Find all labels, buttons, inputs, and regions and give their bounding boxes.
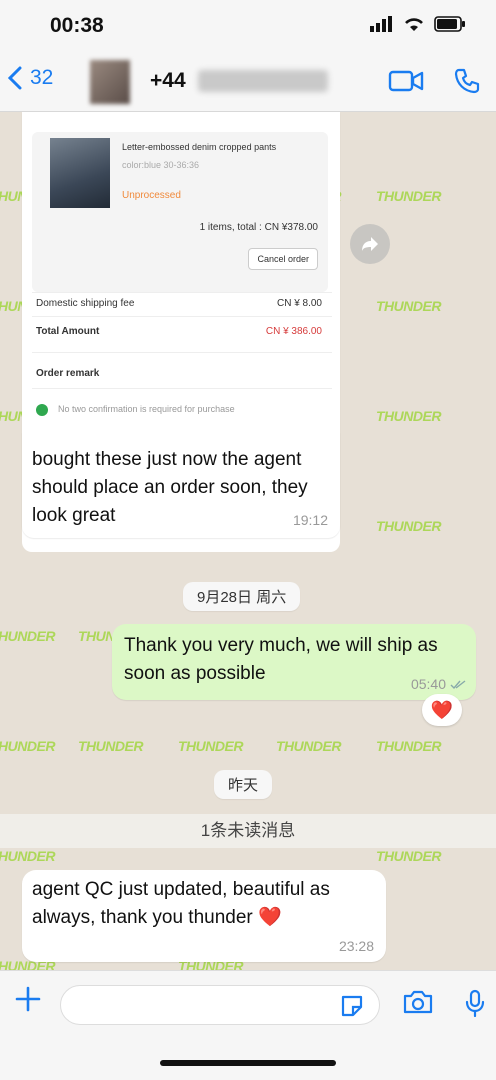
chat-header: 32 +44 — [0, 52, 496, 112]
watermark: THUNDER — [0, 848, 55, 864]
status-bar: 00:38 — [0, 0, 496, 52]
watermark: THUNDER — [376, 188, 441, 204]
message-text: bought these just now the agent should p… — [32, 449, 308, 526]
status-icons — [370, 16, 466, 32]
signal-icon — [370, 16, 392, 32]
watermark: THUNDER — [376, 738, 441, 754]
chevron-left-icon — [8, 66, 22, 90]
product-color: color:blue 30-36:36 — [122, 160, 200, 170]
watermark: THUNDER — [376, 408, 441, 424]
product-status: Unprocessed — [122, 190, 181, 201]
message-time: 05:40 — [410, 676, 446, 692]
unread-banner: 1条未读消息 — [0, 814, 496, 848]
double-check-icon — [450, 680, 466, 690]
camera-icon[interactable] — [402, 989, 434, 1015]
message-text: agent QC just updated, beautiful as alwa… — [32, 879, 330, 928]
divider — [32, 388, 332, 389]
message-time: 23:28 — [338, 938, 374, 954]
composer-actions — [402, 989, 486, 1017]
home-indicator — [160, 1060, 336, 1066]
call-actions — [388, 68, 480, 94]
watermark: THUNDER — [178, 738, 243, 754]
contact-name[interactable]: +44 — [150, 69, 186, 93]
watermark: THUNDER — [376, 848, 441, 864]
heart-reaction[interactable]: ❤️ — [422, 694, 462, 726]
attach-button[interactable] — [14, 985, 42, 1018]
shipping-value: CN ¥ 8.00 — [276, 298, 322, 309]
divider — [32, 292, 332, 293]
contact-name-redacted — [198, 70, 328, 92]
back-button[interactable]: 32 — [8, 66, 53, 90]
back-count: 32 — [30, 66, 54, 89]
phone-icon[interactable] — [454, 68, 480, 94]
confirm-note: No two confirmation is required for purc… — [58, 404, 235, 414]
items-total: 1 items, total : CN ¥378.00 — [199, 222, 318, 233]
watermark: THUNDER — [276, 738, 341, 754]
avatar[interactable] — [90, 60, 130, 104]
incoming-message[interactable]: bought these just now the agent should p… — [22, 432, 340, 538]
remark-label: Order remark — [36, 368, 100, 379]
watermark: THUNDER — [376, 518, 441, 534]
incoming-message[interactable]: agent QC just updated, beautiful as alwa… — [22, 870, 386, 962]
message-time: 19:12 — [292, 512, 328, 528]
forward-button[interactable] — [350, 224, 390, 264]
video-call-icon[interactable] — [388, 68, 424, 94]
divider — [32, 352, 332, 353]
status-time: 00:38 — [50, 14, 104, 37]
watermark: THUNDER — [0, 738, 55, 754]
watermark: THUNDER — [376, 298, 441, 314]
plus-icon — [15, 986, 41, 1012]
outgoing-message[interactable]: Thank you very much, we will ship as soo… — [112, 624, 476, 700]
message-input[interactable] — [60, 985, 380, 1025]
chat-area[interactable]: THUNDER THUNDER THUNDER THUNDER THUNDER … — [0, 112, 496, 970]
microphone-icon[interactable] — [464, 989, 486, 1017]
product-title: Letter-embossed denim cropped pants — [122, 142, 277, 152]
sticker-icon[interactable] — [339, 993, 365, 1019]
date-divider: 昨天 — [214, 770, 273, 799]
cancel-order-button: Cancel order — [248, 248, 318, 270]
divider — [32, 316, 332, 317]
total-label: Total Amount — [36, 326, 100, 337]
forward-icon — [362, 237, 378, 251]
date-divider: 9月28日 周六 — [183, 582, 301, 611]
watermark: THUNDER — [78, 738, 143, 754]
total-value: CN ¥ 386.00 — [265, 326, 322, 337]
battery-icon — [434, 16, 465, 32]
watermark: THUNDER — [0, 628, 55, 644]
wifi-icon — [405, 18, 423, 31]
message-text: Thank you very much, we will ship as soo… — [124, 635, 438, 684]
check-icon — [36, 404, 48, 416]
product-image — [50, 138, 110, 208]
shipping-label: Domestic shipping fee — [36, 298, 135, 309]
